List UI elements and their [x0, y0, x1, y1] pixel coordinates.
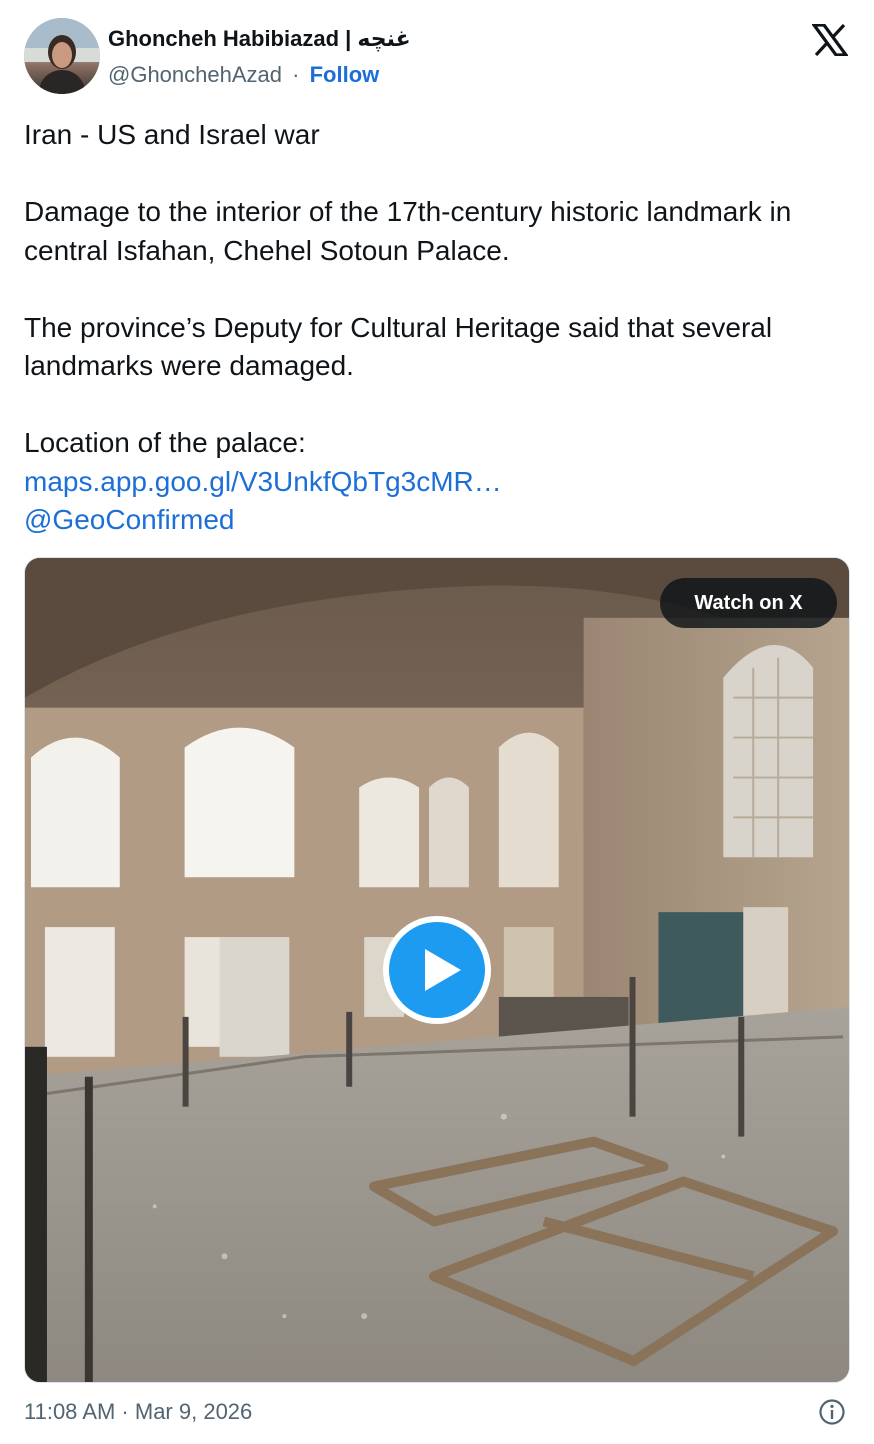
- tweet-location-label: Location of the palace:: [24, 427, 306, 458]
- tweet-paragraph-damage: Damage to the interior of the 17th-centu…: [24, 196, 792, 266]
- author-handle[interactable]: @GhonchehAzad: [108, 62, 282, 87]
- author-handle-row: @GhonchehAzad · Follow: [108, 62, 379, 88]
- x-logo-icon[interactable]: [810, 23, 850, 57]
- avatar[interactable]: [24, 18, 100, 94]
- follow-button[interactable]: Follow: [310, 62, 380, 87]
- video-player[interactable]: Watch on X: [24, 557, 850, 1383]
- mention-link[interactable]: @GeoConfirmed: [24, 501, 844, 540]
- info-icon[interactable]: [818, 1398, 846, 1426]
- tweet-text: Iran - US and Israel war Damage to the i…: [24, 116, 844, 540]
- separator-dot: ·: [292, 62, 300, 87]
- tweet-headline: Iran - US and Israel war: [24, 119, 320, 150]
- tweet-timestamp[interactable]: 11:08 AM · Mar 9, 2026: [24, 1399, 252, 1425]
- author-display-name[interactable]: Ghoncheh Habibiazad | غنچه: [108, 26, 411, 52]
- watch-on-x-button[interactable]: Watch on X: [660, 578, 837, 628]
- tweet-paragraph-deputy: The province’s Deputy for Cultural Herit…: [24, 311, 773, 382]
- play-icon: [425, 949, 461, 991]
- play-button[interactable]: [383, 916, 491, 1024]
- map-link[interactable]: maps.app.goo.gl/V3UnkfQbTg3cMR…: [24, 463, 844, 502]
- avatar-photo: [24, 18, 100, 94]
- tweet-card: Ghoncheh Habibiazad | غنچه @GhonchehAzad…: [0, 0, 874, 1444]
